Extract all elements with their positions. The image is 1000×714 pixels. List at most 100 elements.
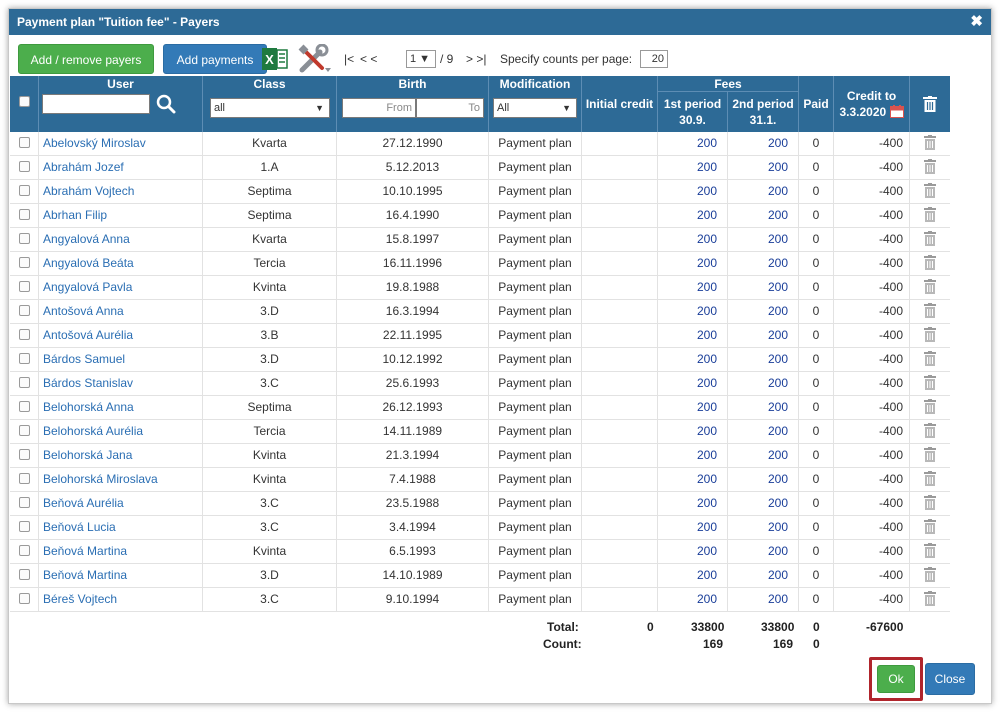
trash-icon[interactable] [924, 518, 936, 534]
row-checkbox[interactable] [18, 401, 30, 413]
period-2-fee-cell[interactable]: 200 [728, 564, 799, 587]
trash-icon[interactable] [924, 566, 936, 582]
row-checkbox[interactable] [18, 353, 30, 365]
trash-icon[interactable] [924, 398, 936, 414]
period-2-fee-cell[interactable]: 200 [728, 372, 799, 395]
modification-filter-select[interactable]: All ▼ [493, 98, 577, 118]
period-1-fee-cell[interactable]: 200 [658, 228, 728, 251]
trash-icon[interactable] [924, 182, 936, 198]
trash-icon[interactable] [924, 350, 936, 366]
row-checkbox[interactable] [18, 281, 30, 293]
header-period-2[interactable]: 2nd period 31.1. [728, 92, 799, 132]
user-link[interactable]: Beňová Aurélia [39, 492, 203, 515]
trash-icon[interactable] [924, 470, 936, 486]
period-2-fee-cell[interactable]: 200 [728, 540, 799, 563]
period-1-fee-cell[interactable]: 200 [658, 588, 728, 611]
header-period-1[interactable]: 1st period 30.9. [658, 92, 728, 132]
trash-icon[interactable] [924, 230, 936, 246]
user-link[interactable]: Bárdos Samuel [39, 348, 203, 371]
row-checkbox[interactable] [18, 425, 30, 437]
birth-to-input[interactable]: To [416, 98, 484, 118]
add-remove-payers-button[interactable]: Add / remove payers [18, 44, 154, 74]
row-checkbox[interactable] [18, 209, 30, 221]
row-checkbox[interactable] [18, 569, 30, 581]
trash-icon[interactable] [924, 278, 936, 294]
row-checkbox[interactable] [18, 473, 30, 485]
period-1-fee-cell[interactable]: 200 [658, 468, 728, 491]
period-2-fee-cell[interactable]: 200 [728, 516, 799, 539]
trash-icon[interactable] [923, 96, 937, 112]
period-1-fee-cell[interactable]: 200 [658, 156, 728, 179]
row-checkbox[interactable] [18, 497, 30, 509]
row-checkbox[interactable] [18, 377, 30, 389]
birth-from-input[interactable]: From [342, 98, 416, 118]
period-2-fee-cell[interactable]: 200 [728, 324, 799, 347]
counts-per-page-input[interactable]: 20 [640, 50, 668, 68]
period-2-fee-cell[interactable]: 200 [728, 468, 799, 491]
user-link[interactable]: Bárdos Stanislav [39, 372, 203, 395]
add-payments-button[interactable]: Add payments [163, 44, 267, 74]
user-link[interactable]: Belohorská Anna [39, 396, 203, 419]
period-2-fee-cell[interactable]: 200 [728, 300, 799, 323]
trash-icon[interactable] [924, 206, 936, 222]
user-link[interactable]: Beňová Martina [39, 540, 203, 563]
period-2-fee-cell[interactable]: 200 [728, 204, 799, 227]
period-2-fee-cell[interactable]: 200 [728, 348, 799, 371]
header-class-label[interactable]: Class [203, 76, 336, 92]
period-1-fee-cell[interactable]: 200 [658, 276, 728, 299]
header-initial-credit[interactable]: Initial credit [582, 76, 658, 132]
user-filter-input[interactable] [42, 94, 150, 114]
pager-prev-button[interactable]: < < [360, 52, 377, 66]
period-1-fee-cell[interactable]: 200 [658, 540, 728, 563]
pager-next-button[interactable]: > >| [466, 52, 486, 66]
user-link[interactable]: Beňová Lucia [39, 516, 203, 539]
user-link[interactable]: Belohorská Miroslava [39, 468, 203, 491]
row-checkbox[interactable] [18, 545, 30, 557]
period-1-fee-cell[interactable]: 200 [658, 204, 728, 227]
period-2-fee-cell[interactable]: 200 [728, 396, 799, 419]
search-icon[interactable] [156, 94, 176, 114]
period-2-fee-cell[interactable]: 200 [728, 180, 799, 203]
trash-icon[interactable] [924, 302, 936, 318]
period-1-fee-cell[interactable]: 200 [658, 444, 728, 467]
row-checkbox[interactable] [18, 593, 30, 605]
class-filter-select[interactable]: all ▼ [210, 98, 330, 118]
page-select[interactable]: 1 ▼ [406, 50, 436, 68]
close-button[interactable]: Close [925, 663, 975, 695]
trash-icon[interactable] [924, 446, 936, 462]
period-1-fee-cell[interactable]: 200 [658, 420, 728, 443]
trash-icon[interactable] [924, 494, 936, 510]
period-2-fee-cell[interactable]: 200 [728, 444, 799, 467]
trash-icon[interactable] [924, 254, 936, 270]
user-link[interactable]: Belohorská Jana [39, 444, 203, 467]
header-credit-to[interactable]: Credit to 3.3.2020 [834, 76, 910, 132]
row-checkbox[interactable] [18, 329, 30, 341]
trash-icon[interactable] [924, 422, 936, 438]
header-paid[interactable]: Paid [799, 76, 834, 132]
user-link[interactable]: Abrahám Jozef [39, 156, 203, 179]
period-1-fee-cell[interactable]: 200 [658, 396, 728, 419]
period-2-fee-cell[interactable]: 200 [728, 420, 799, 443]
user-link[interactable]: Béreš Vojtech [39, 588, 203, 611]
header-user-label[interactable]: User [39, 76, 202, 92]
trash-icon[interactable] [924, 590, 936, 606]
period-2-fee-cell[interactable]: 200 [728, 252, 799, 275]
row-checkbox[interactable] [18, 449, 30, 461]
row-checkbox[interactable] [18, 257, 30, 269]
trash-icon[interactable] [924, 374, 936, 390]
period-2-fee-cell[interactable]: 200 [728, 132, 799, 155]
period-2-fee-cell[interactable]: 200 [728, 492, 799, 515]
trash-icon[interactable] [924, 134, 936, 150]
user-link[interactable]: Abrahám Vojtech [39, 180, 203, 203]
trash-icon[interactable] [924, 326, 936, 342]
row-checkbox[interactable] [18, 521, 30, 533]
close-icon[interactable]: ✖ [970, 9, 983, 35]
user-link[interactable]: Abrhan Filip [39, 204, 203, 227]
period-1-fee-cell[interactable]: 200 [658, 348, 728, 371]
pager-first-button[interactable]: |< [344, 52, 354, 66]
calendar-icon[interactable] [889, 105, 904, 118]
period-1-fee-cell[interactable]: 200 [658, 132, 728, 155]
header-birth-label[interactable]: Birth [337, 76, 488, 92]
row-checkbox[interactable] [18, 305, 30, 317]
row-checkbox[interactable] [18, 233, 30, 245]
